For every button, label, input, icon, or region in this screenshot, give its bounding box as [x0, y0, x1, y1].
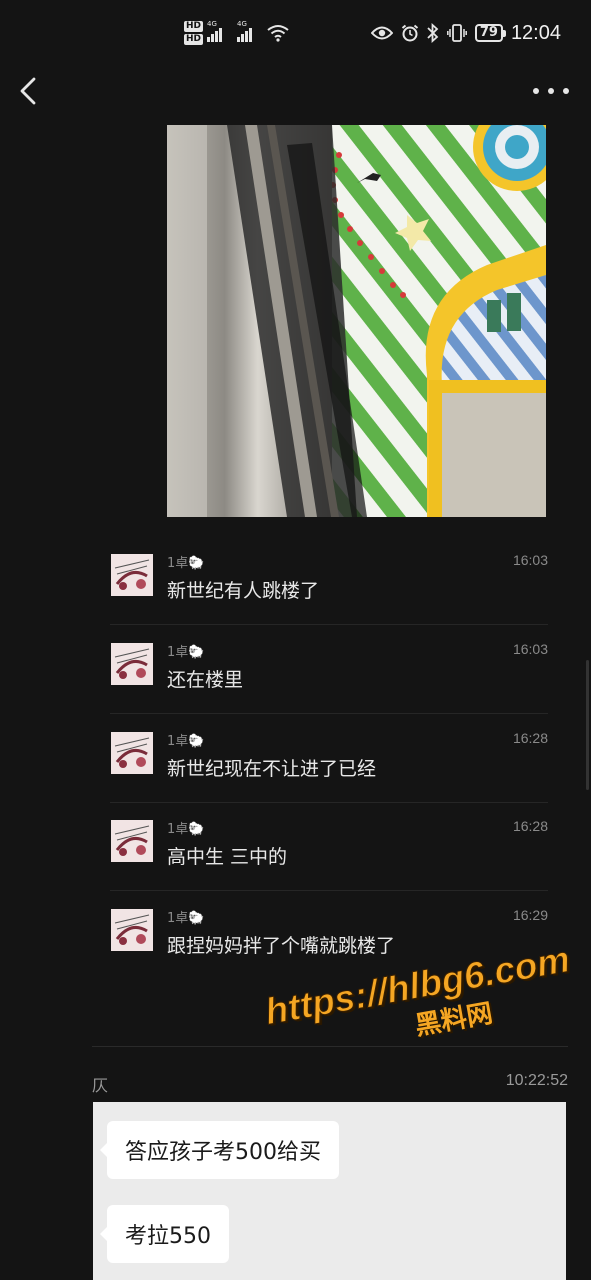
message-sender: 1卓🐑 [167, 556, 205, 571]
list-item[interactable]: 1卓🐑 16:28 新世纪现在不让进了已经 [110, 714, 548, 803]
message-sender: 1卓🐑 [167, 822, 205, 837]
battery-icon: 79 [474, 24, 507, 42]
signal-icon: 4G [207, 20, 229, 42]
avatar[interactable] [111, 554, 153, 596]
message-sender: 1卓🐑 [167, 734, 205, 749]
message-sender: 1卓🐑 [167, 645, 205, 660]
message-text: 还在楼里 [167, 669, 244, 691]
chat-bubble: 考拉550 [100, 1205, 229, 1263]
bluetooth-icon [427, 23, 439, 43]
chevron-left-icon[interactable] [14, 74, 44, 108]
status-bar: HD HD 4G 4G 79 12:04 [0, 0, 591, 64]
message-time: 16:03 [512, 641, 548, 657]
status-time: 12:04 [510, 21, 561, 44]
message-time: 16:03 [512, 552, 548, 568]
top-nav [0, 64, 591, 120]
list-item[interactable]: 1卓🐑 16:28 高中生 三中的 [110, 802, 548, 891]
avatar[interactable] [111, 909, 153, 951]
network-indicators: HD HD 4G 4G [184, 16, 289, 50]
divider [92, 1046, 568, 1047]
message-time: 16:28 [512, 818, 548, 834]
message-time: 16:29 [512, 907, 548, 923]
message-sender: 1卓🐑 [167, 911, 205, 926]
forwarded-screenshot[interactable]: 答应孩子考500给买 考拉550 [93, 1102, 566, 1280]
shared-photo[interactable] [167, 125, 546, 517]
avatar[interactable] [111, 732, 153, 774]
forwarded-time: 10:22:52 [505, 1072, 568, 1089]
message-text: 新世纪有人跳楼了 [167, 580, 320, 602]
list-item[interactable]: 1卓🐑 16:03 新世纪有人跳楼了 [110, 536, 548, 625]
scrollbar[interactable] [586, 660, 589, 790]
message-text: 跟捏妈妈拌了个嘴就跳楼了 [167, 935, 396, 957]
alarm-icon [401, 24, 418, 42]
more-dots-icon[interactable] [533, 76, 569, 106]
hd-badge: HD [184, 34, 204, 45]
avatar[interactable] [111, 643, 153, 685]
message-text: 高中生 三中的 [167, 846, 288, 868]
eye-icon [370, 26, 393, 40]
message-time: 16:28 [512, 730, 548, 746]
signal-icon: 4G [237, 20, 259, 42]
hd-badge: HD [184, 21, 204, 32]
message-text: 新世纪现在不让进了已经 [167, 758, 377, 780]
vibrate-icon [446, 24, 467, 42]
forwarded-sender: 仄 [92, 1076, 109, 1095]
wifi-icon [267, 25, 289, 42]
mall-atrium-photo [167, 125, 546, 517]
avatar[interactable] [111, 820, 153, 862]
list-item[interactable]: 1卓🐑 16:03 还在楼里 [110, 625, 548, 714]
chat-bubble: 答应孩子考500给买 [100, 1121, 339, 1179]
